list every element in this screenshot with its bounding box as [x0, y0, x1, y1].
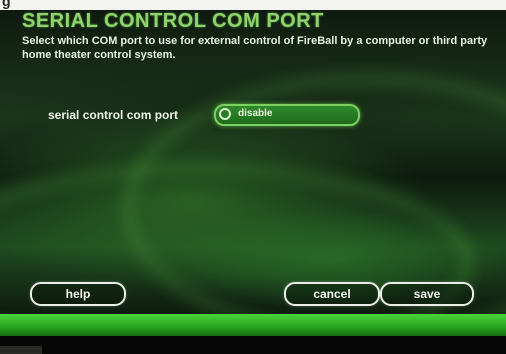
- save-button[interactable]: save: [380, 282, 474, 306]
- radio-knob-icon: [219, 108, 231, 120]
- screen-bezel: [0, 336, 506, 354]
- tv-screen: SERIAL CONTROL COM PORT Select which COM…: [0, 10, 506, 314]
- top-strip: g: [0, 0, 506, 10]
- page-title: SERIAL CONTROL COM PORT: [22, 10, 324, 32]
- cancel-button[interactable]: cancel: [284, 282, 380, 306]
- serial-port-label: serial control com port: [48, 108, 179, 122]
- help-button[interactable]: help: [30, 282, 126, 306]
- page-description: Select which COM port to use for externa…: [22, 35, 488, 61]
- screen-bottom-glow: [0, 314, 506, 336]
- bezel-corner: [0, 346, 42, 354]
- serial-port-selector[interactable]: disable: [214, 104, 360, 126]
- serial-port-value: disable: [238, 108, 273, 119]
- cropped-text: g: [2, 0, 11, 9]
